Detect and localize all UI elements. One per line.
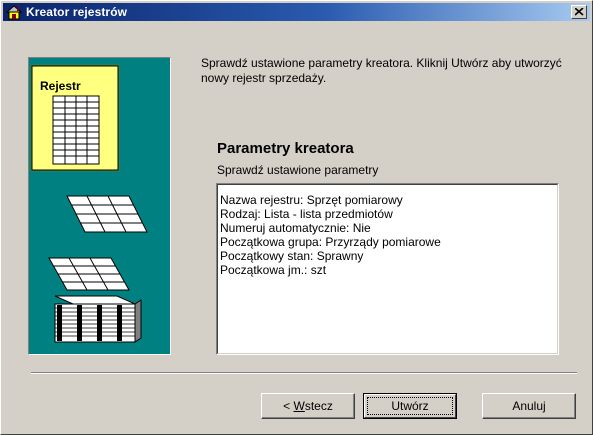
parameter-item: Nazwa rejestru: Sprzęt pomiarowy bbox=[220, 193, 403, 207]
wizard-window: Kreator rejestrów Rejestr Sprawdź ustawi… bbox=[0, 0, 593, 435]
parameters-list: Nazwa rejestru: Sprzęt pomiarowy Rodzaj:… bbox=[217, 184, 558, 354]
parameters-listbox[interactable]: Nazwa rejestru: Sprzęt pomiarowy Rodzaj:… bbox=[216, 183, 559, 355]
cancel-button[interactable]: Anuluj bbox=[482, 393, 576, 419]
register-card-label: Rejestr bbox=[40, 79, 81, 93]
create-button[interactable]: Utwórz bbox=[363, 393, 457, 419]
button-separator bbox=[31, 372, 577, 374]
window-title: Kreator rejestrów bbox=[26, 5, 128, 19]
parameters-heading: Parametry kreatora bbox=[217, 140, 354, 157]
back-button[interactable]: < Wstecz bbox=[261, 393, 355, 419]
intro-text: Sprawdź ustawione parametry kreatora. Kl… bbox=[201, 56, 562, 85]
house-icon bbox=[5, 4, 23, 20]
wizard-illustration: Rejestr bbox=[28, 57, 171, 355]
parameter-item: Początkowa jm.: szt bbox=[220, 263, 327, 277]
parameter-item: Numeruj automatycznie: Nie bbox=[220, 221, 371, 235]
title-bar[interactable]: Kreator rejestrów bbox=[3, 3, 590, 21]
parameter-item: Początkowa grupa: Przyrządy pomiarowe bbox=[220, 235, 441, 249]
back-button-label: < Wstecz bbox=[283, 399, 333, 413]
cancel-button-label: Anuluj bbox=[512, 399, 546, 413]
close-icon bbox=[575, 8, 584, 16]
parameter-item: Rodzaj: Lista - lista przedmiotów bbox=[220, 207, 393, 221]
parameter-item: Początkowy stan: Sprawny bbox=[220, 249, 364, 263]
parameters-subheading: Sprawdź ustawione parametry bbox=[217, 163, 379, 177]
register-illustration: Rejestr bbox=[30, 64, 148, 343]
create-button-label: Utwórz bbox=[391, 399, 429, 413]
close-button[interactable] bbox=[571, 5, 587, 19]
